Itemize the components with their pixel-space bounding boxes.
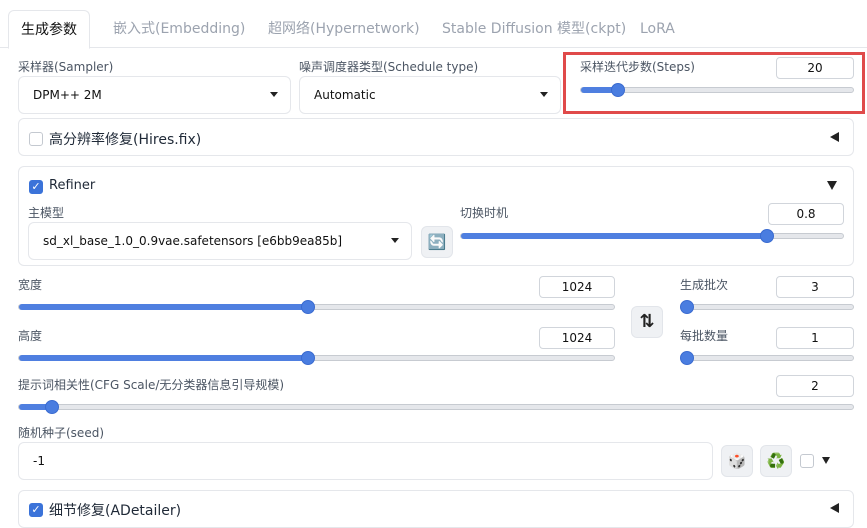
cfg-slider-thumb[interactable] (45, 400, 60, 414)
refresh-button[interactable]: 🔄 (421, 226, 453, 258)
steps-slider-thumb[interactable] (610, 83, 625, 97)
cfg-slider[interactable] (18, 400, 854, 414)
dice-icon: 🎲 (727, 452, 747, 470)
width-slider[interactable] (18, 300, 615, 314)
sampler-label: 采样器(Sampler) (18, 60, 114, 74)
tab-embedding[interactable]: 嵌入式(Embedding) (105, 10, 253, 48)
refiner-model-label: 主模型 (28, 206, 65, 220)
width-input[interactable]: 1024 (539, 276, 615, 298)
adetailer-checkbox[interactable]: ✓ (29, 503, 43, 517)
sampler-value: DPM++ 2M (33, 88, 102, 102)
chevron-down-icon (270, 92, 278, 97)
seed-value: -1 (33, 454, 45, 468)
tab-lora[interactable]: LoRA (632, 10, 683, 48)
steps-label: 采样迭代步数(Steps) (580, 60, 695, 74)
refiner-switch-input[interactable]: 0.8 (768, 203, 844, 225)
schedule-value: Automatic (314, 88, 376, 102)
width-label: 宽度 (18, 278, 43, 292)
refresh-icon: 🔄 (427, 233, 447, 251)
steps-input[interactable]: 20 (776, 57, 854, 79)
schedule-dropdown[interactable]: Automatic (299, 76, 561, 114)
sampler-dropdown[interactable]: DPM++ 2M (18, 76, 291, 114)
chevron-down-icon (391, 238, 399, 243)
adetailer-panel[interactable]: ✓ 细节修复(ADetailer) (18, 490, 854, 528)
refiner-model-dropdown[interactable]: sd_xl_base_1.0_0.9vae.safetensors [e6bb9… (28, 222, 412, 260)
refiner-checkbox[interactable]: ✓ (29, 180, 43, 194)
collapse-left-icon[interactable] (830, 503, 839, 513)
tab-checkpoint[interactable]: Stable Diffusion 模型(ckpt) (434, 10, 634, 48)
collapse-left-icon[interactable] (830, 132, 839, 142)
tab-generation[interactable]: 生成参数 (8, 10, 90, 49)
refiner-switch-slider[interactable] (460, 229, 844, 243)
hires-fix-checkbox[interactable] (29, 132, 43, 146)
recycle-icon: ♻️ (766, 452, 786, 470)
batch-count-slider[interactable] (680, 300, 854, 314)
swap-dimensions-button[interactable]: ⇅ (631, 306, 663, 338)
cfg-label: 提示词相关性(CFG Scale/无分类器信息引导规模) (18, 378, 285, 392)
refiner-switch-fill (461, 233, 767, 239)
collapse-down-icon[interactable] (827, 181, 837, 190)
adetailer-label: 细节修复(ADetailer) (49, 503, 182, 519)
batch-size-slider[interactable] (680, 351, 854, 365)
refiner-switch-label: 切换时机 (460, 206, 509, 220)
batch-count-label: 生成批次 (680, 278, 729, 292)
tab-bar: 生成参数 嵌入式(Embedding) 超网络(Hypernetwork) St… (0, 0, 867, 49)
refiner-label: Refiner (49, 178, 96, 193)
height-slider[interactable] (18, 351, 615, 365)
extra-seed-toggle-icon[interactable] (822, 457, 830, 464)
batch-size-thumb[interactable] (680, 351, 694, 365)
height-slider-thumb[interactable] (300, 351, 315, 365)
schedule-label: 噪声调度器类型(Schedule type) (299, 60, 479, 74)
seed-input[interactable]: -1 (18, 442, 713, 480)
batch-size-label: 每批数量 (680, 329, 729, 343)
height-slider-fill (19, 355, 308, 361)
swap-icon: ⇅ (639, 311, 655, 332)
hires-fix-label: 高分辨率修复(Hires.fix) (49, 132, 202, 148)
extra-seed-checkbox[interactable] (800, 454, 814, 468)
batch-size-input[interactable]: 1 (776, 327, 854, 349)
height-input[interactable]: 1024 (539, 327, 615, 349)
hires-fix-panel[interactable]: 高分辨率修复(Hires.fix) (18, 118, 854, 156)
batch-count-thumb[interactable] (680, 300, 694, 314)
reuse-seed-button[interactable]: ♻️ (760, 445, 792, 477)
chevron-down-icon (540, 92, 548, 97)
tab-hypernetwork[interactable]: 超网络(Hypernetwork) (260, 10, 428, 48)
steps-slider[interactable] (580, 83, 854, 97)
height-label: 高度 (18, 329, 43, 343)
cfg-input[interactable]: 2 (776, 375, 854, 397)
refiner-switch-thumb[interactable] (759, 229, 774, 243)
width-slider-fill (19, 304, 308, 310)
seed-label: 随机种子(seed) (18, 426, 104, 440)
refiner-model-value: sd_xl_base_1.0_0.9vae.safetensors [e6bb9… (43, 234, 343, 248)
width-slider-thumb[interactable] (300, 300, 315, 314)
batch-count-input[interactable]: 3 (776, 276, 854, 298)
random-seed-button[interactable]: 🎲 (721, 445, 753, 477)
